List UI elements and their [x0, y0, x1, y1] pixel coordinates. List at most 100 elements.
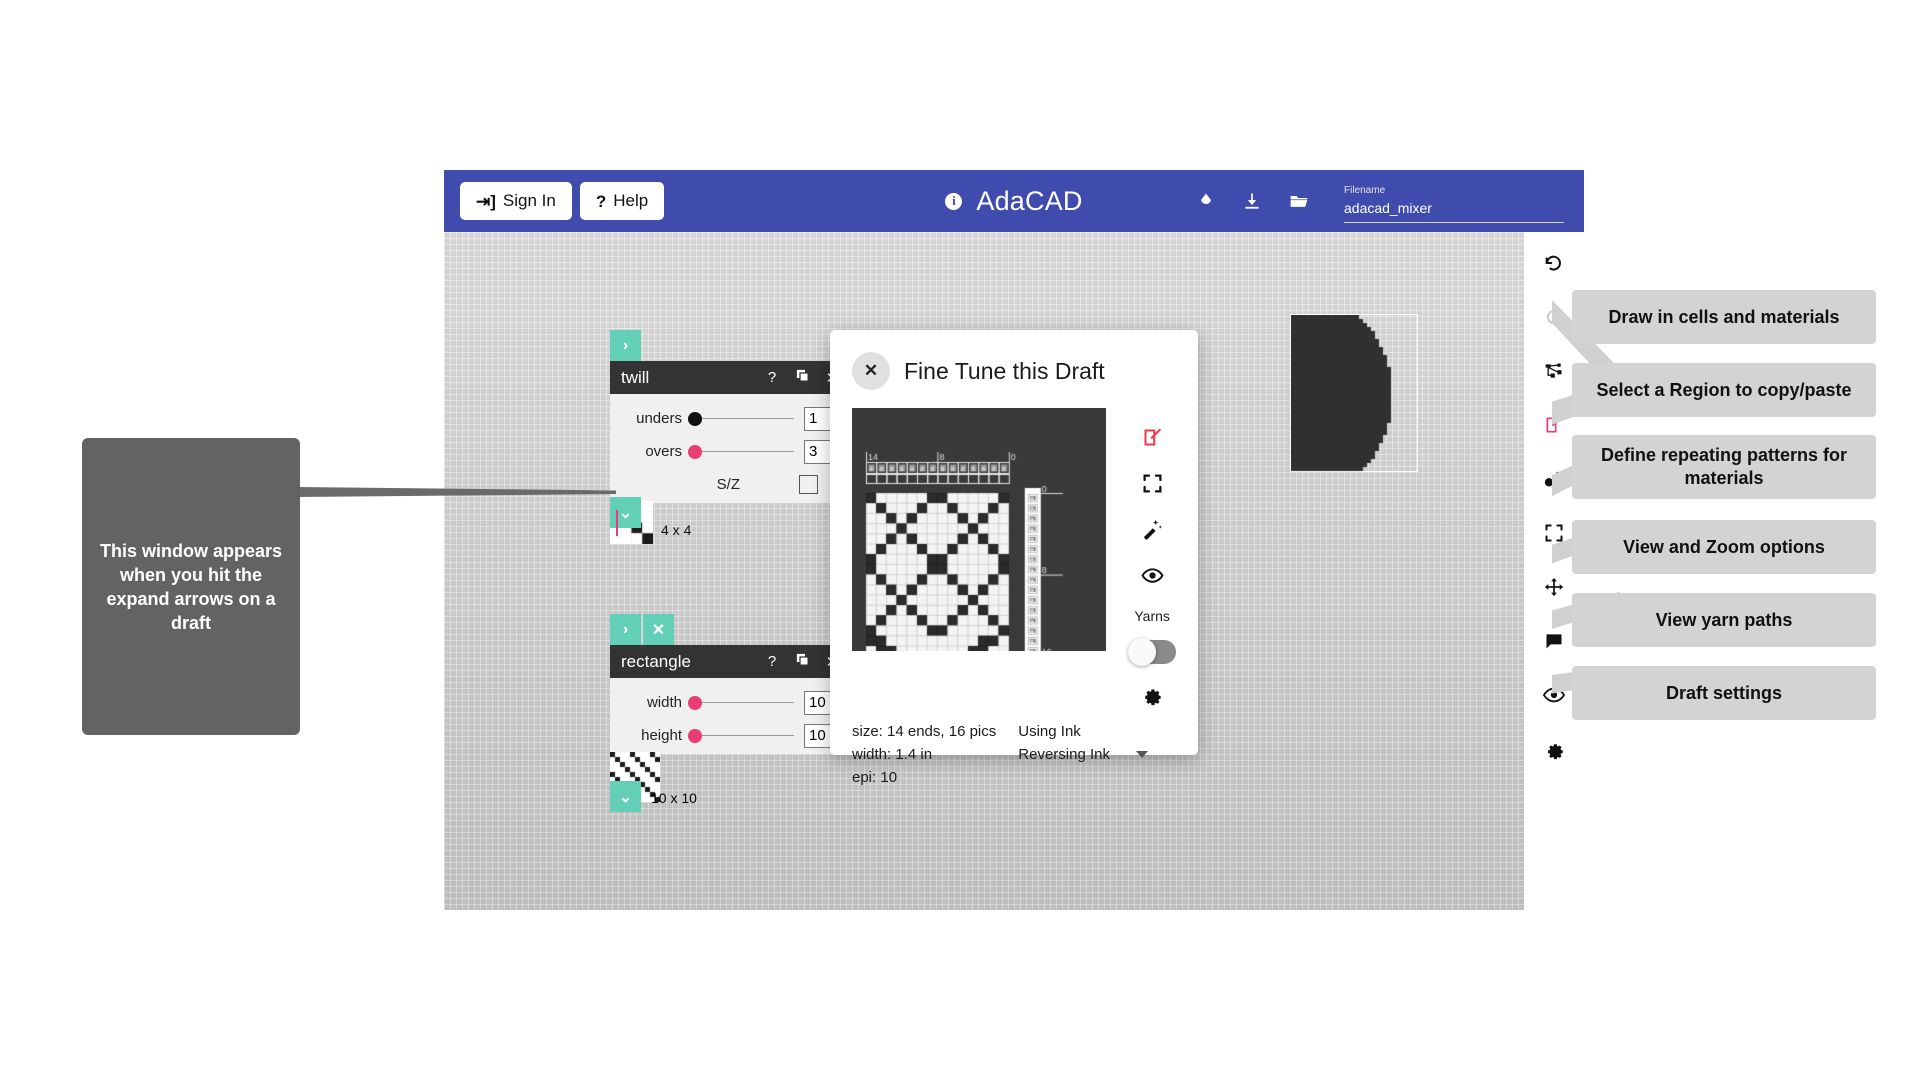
operator-rectangle[interactable]: › ✕ rectangle ? ✕ width	[610, 614, 858, 812]
rectangle-header: rectangle ? ✕	[610, 645, 858, 678]
help-button[interactable]: ? Help	[579, 182, 665, 220]
draft-grid-canvas[interactable]	[852, 408, 1107, 651]
rectangle-collapse-button[interactable]: ⌄	[610, 781, 641, 812]
ink-select[interactable]: Reversing Ink	[1018, 743, 1148, 766]
rectangle-handle-row: › ✕	[610, 614, 858, 645]
slider-knob[interactable]	[688, 695, 702, 710]
twill-collapse-row: ⌄	[610, 497, 641, 528]
slider-track	[692, 702, 794, 703]
dialog-header: ✕ Fine Tune this Draft	[830, 330, 1198, 390]
twill-collapse-button[interactable]: ⌄	[610, 497, 641, 528]
node-tree-icon[interactable]	[1533, 350, 1575, 392]
gear-icon[interactable]	[1533, 728, 1575, 770]
ink-label: Using Ink	[1018, 723, 1081, 740]
twill-overs-slider[interactable]	[688, 442, 798, 462]
login-arrow-icon: ⇥]	[476, 191, 496, 211]
slider-track	[692, 418, 794, 419]
slider-track	[692, 735, 794, 736]
folder-open-icon[interactable]	[1288, 191, 1310, 211]
twill-unders-label: unders	[636, 410, 682, 427]
question-mark-icon: ?	[595, 191, 607, 211]
magic-wand-icon[interactable]	[1137, 514, 1167, 544]
draft-viewer[interactable]	[852, 408, 1107, 651]
circle-draft-preview[interactable]	[1290, 314, 1419, 473]
gear-icon[interactable]	[1137, 680, 1167, 710]
dialog-body: Yarns	[830, 390, 1198, 710]
slider-knob[interactable]	[688, 411, 702, 426]
chevron-down-icon[interactable]	[1135, 751, 1148, 758]
ink-drop-icon[interactable]	[1196, 191, 1216, 211]
callout-repeating-patterns: Define repeating patterns for materials	[1572, 435, 1876, 499]
rectangle-height-slider[interactable]	[688, 726, 798, 746]
twill-param-overs: overs 3	[610, 435, 858, 468]
yarns-toggle[interactable]	[1128, 638, 1177, 666]
left-annotation-note: This window appears when you hit the exp…	[82, 438, 300, 735]
rectangle-param-width: width 10	[610, 686, 858, 719]
toggle-knob	[1128, 638, 1157, 666]
operator-twill[interactable]: › twill ? ✕ unders	[610, 330, 858, 544]
fine-tune-dialog: ✕ Fine Tune this Draft Yarns size: 14 en…	[830, 330, 1198, 786]
fullscreen-icon[interactable]	[1137, 468, 1167, 498]
draft-stats: size: 14 ends, 16 pics width: 1.4 in epi…	[852, 720, 996, 789]
app-brand: i AdaCAD	[945, 186, 1082, 217]
ink-value: Reversing Ink	[1018, 746, 1110, 763]
twill-unders-slider[interactable]	[688, 409, 798, 429]
question-mark-icon[interactable]: ?	[757, 653, 787, 670]
callout-view-zoom: View and Zoom options	[1572, 520, 1876, 574]
twill-body: unders 1 overs 3 S/Z	[610, 394, 858, 503]
app-topbar: ⇥] Sign In ? Help i AdaCAD Filename adac…	[444, 170, 1584, 232]
copy-icon[interactable]	[787, 368, 817, 387]
twill-param-unders: unders 1	[610, 402, 858, 435]
twill-expand-button[interactable]: ›	[610, 330, 641, 361]
topbar-right-group: Filename	[1196, 170, 1564, 232]
rectangle-body: width 10 height 10	[610, 678, 858, 754]
rectangle-delete-button[interactable]: ✕	[643, 614, 674, 645]
twill-overs-label: overs	[645, 443, 682, 460]
app-title: AdaCAD	[976, 185, 1083, 216]
close-icon[interactable]: ✕	[852, 352, 890, 390]
rectangle-expand-button[interactable]: ›	[610, 614, 641, 645]
rectangle-height-label: height	[641, 727, 682, 744]
slider-knob[interactable]	[688, 444, 702, 459]
ink-selector-group: Using Ink Reversing Ink	[1018, 720, 1148, 789]
rectangle-param-height: height 10	[610, 719, 858, 752]
draft-epi-text: epi: 10	[852, 769, 898, 786]
rectangle-title: rectangle	[621, 651, 691, 671]
twill-title: twill	[621, 367, 650, 387]
circle-draft-canvas	[1291, 315, 1419, 473]
slider-track	[692, 451, 794, 452]
twill-sz-label: S/Z	[716, 476, 740, 493]
callout-draft-settings: Draft settings	[1572, 666, 1876, 720]
help-label: Help	[613, 191, 649, 210]
eye-icon[interactable]	[1137, 560, 1167, 590]
callout-select-region: Select a Region to copy/paste	[1572, 363, 1876, 417]
callout-yarn-paths: View yarn paths	[1572, 593, 1876, 647]
twill-size-label: 4 x 4	[661, 522, 692, 538]
dialog-title: Fine Tune this Draft	[904, 357, 1105, 384]
slider-knob[interactable]	[688, 728, 702, 743]
draw-edit-icon[interactable]	[1137, 422, 1167, 452]
connection-line	[616, 510, 618, 536]
undo-icon[interactable]	[1533, 242, 1575, 284]
yarns-label: Yarns	[1134, 608, 1170, 624]
rectangle-width-label: width	[646, 694, 682, 711]
rectangle-width-slider[interactable]	[688, 693, 798, 713]
filename-field-group: Filename	[1344, 179, 1564, 223]
move-pan-icon[interactable]	[1533, 566, 1575, 608]
question-mark-icon[interactable]: ?	[757, 369, 787, 386]
twill-sz-checkbox[interactable]	[799, 475, 818, 494]
dialog-footer: size: 14 ends, 16 pics width: 1.4 in epi…	[830, 710, 1198, 789]
topbar-left-group: ⇥] Sign In ? Help	[460, 182, 665, 220]
rectangle-size-label: 10 x 10	[651, 790, 697, 806]
download-icon[interactable]	[1242, 191, 1262, 211]
draft-size-text: size: 14 ends, 16 pics	[852, 723, 997, 740]
filename-input[interactable]	[1344, 197, 1564, 223]
twill-handle-row: ›	[610, 330, 858, 361]
sign-in-button[interactable]: ⇥] Sign In	[460, 182, 572, 220]
draft-width-text: width: 1.4 in	[852, 746, 933, 763]
copy-icon[interactable]	[787, 652, 817, 671]
sign-in-label: Sign In	[502, 191, 556, 210]
filename-label: Filename	[1344, 185, 1386, 196]
info-icon[interactable]: i	[945, 192, 963, 210]
twill-param-sz: S/Z	[610, 468, 858, 501]
